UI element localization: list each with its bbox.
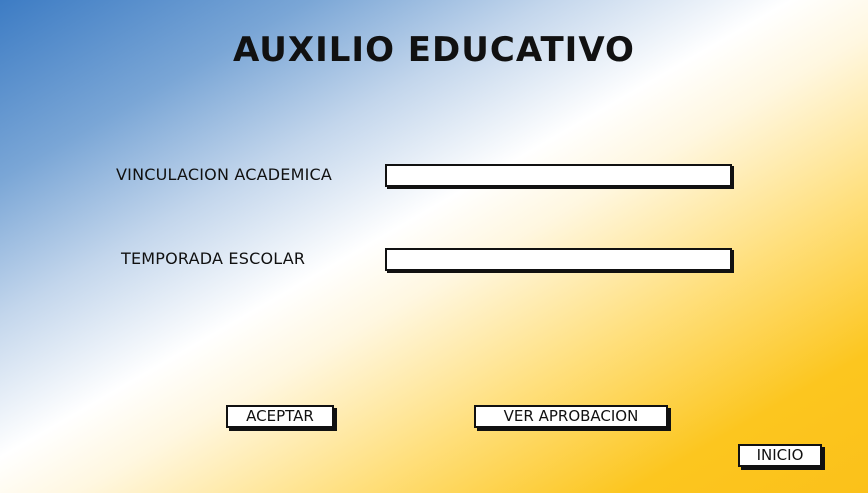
auxilio-educativo-screen: AUXILIO EDUCATIVO VINCULACION ACADEMICA … — [0, 0, 868, 493]
accept-button[interactable]: ACEPTAR — [226, 405, 334, 428]
vinculacion-academica-label: VINCULACION ACADEMICA — [116, 165, 333, 184]
temporada-escolar-input[interactable] — [385, 248, 732, 271]
temporada-escolar-label: TEMPORADA ESCOLAR — [121, 249, 306, 268]
view-approval-button[interactable]: VER APROBACION — [474, 405, 668, 428]
page-title: AUXILIO EDUCATIVO — [233, 30, 635, 70]
vinculacion-academica-input[interactable] — [385, 164, 732, 187]
home-button[interactable]: INICIO — [738, 444, 822, 467]
